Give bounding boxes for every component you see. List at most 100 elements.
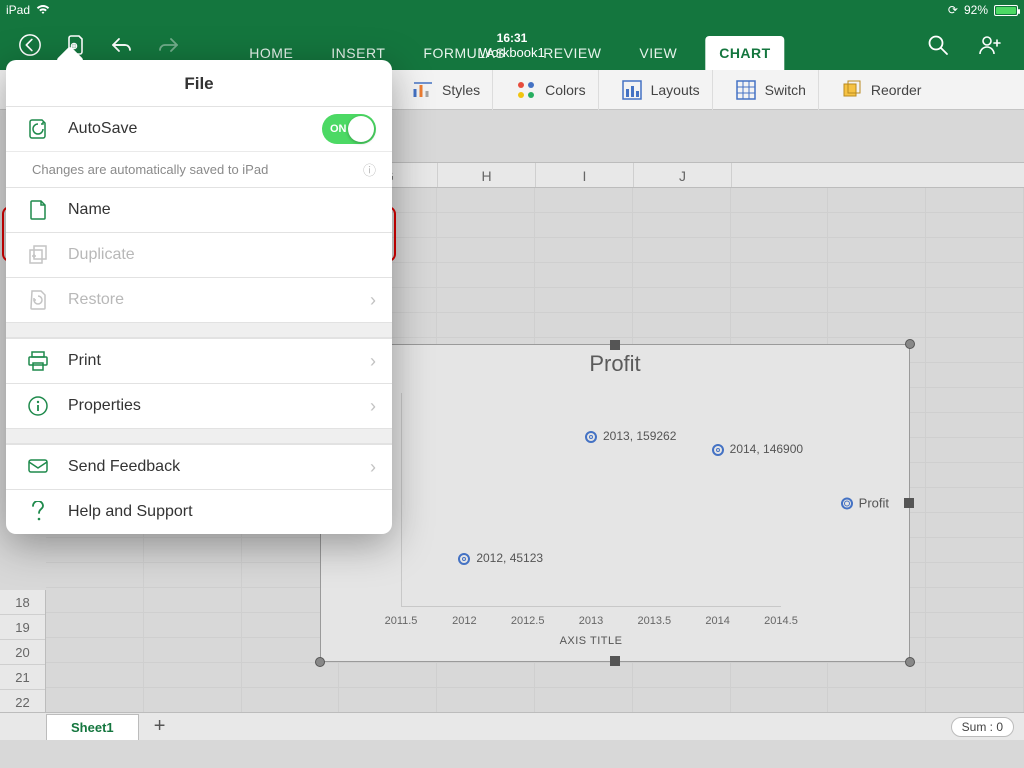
document-icon: [24, 199, 52, 221]
autosave-note-text: Changes are automatically saved to iPad: [32, 162, 268, 177]
autosave-note: Changes are automatically saved to iPad …: [6, 151, 392, 187]
tab-formulas[interactable]: FORMULAS: [413, 36, 515, 70]
print-label: Print: [68, 352, 101, 370]
x-axis: [401, 606, 781, 607]
chart-plot-area[interactable]: AXIS TITLE 2011.520122012.520132013.5201…: [401, 393, 781, 607]
name-label: Name: [68, 201, 111, 219]
redo-button[interactable]: [156, 33, 180, 57]
autosave-icon: [24, 118, 52, 140]
x-tick-label: 2012.5: [511, 615, 545, 627]
col-header[interactable]: H: [438, 163, 536, 187]
restore-icon: [24, 289, 52, 311]
search-button[interactable]: [926, 33, 950, 57]
menu-print[interactable]: Print ›: [6, 338, 392, 383]
menu-help[interactable]: Help and Support: [6, 489, 392, 534]
x-axis-title[interactable]: AXIS TITLE: [401, 635, 781, 647]
x-tick-label: 2012: [452, 615, 476, 627]
autosave-toggle[interactable]: ON: [322, 114, 376, 144]
ribbon-switch[interactable]: Switch: [723, 70, 819, 110]
data-point[interactable]: [458, 553, 470, 565]
duplicate-icon: [24, 244, 52, 266]
data-label: 2012, 45123: [476, 551, 543, 565]
feedback-icon: [24, 458, 52, 476]
chart-object[interactable]: Profit AXIS TITLE 2011.520122012.5201320…: [320, 344, 910, 662]
ribbon-colors[interactable]: Colors: [503, 70, 598, 110]
row-number[interactable]: 18: [0, 590, 45, 615]
row-number[interactable]: 21: [0, 665, 45, 690]
data-point[interactable]: [712, 444, 724, 456]
x-tick-label: 2014.5: [764, 615, 798, 627]
chevron-right-icon: ›: [370, 290, 376, 311]
ribbon-styles[interactable]: Styles: [400, 70, 493, 110]
undo-button[interactable]: [110, 33, 134, 57]
chart-legend[interactable]: Profit: [841, 496, 889, 511]
sheet-tab-bar: Sheet1 + Sum : 0: [0, 712, 1024, 740]
legend-series-label: Profit: [859, 496, 889, 511]
data-label: 2014, 146900: [730, 442, 803, 456]
tab-view[interactable]: VIEW: [629, 36, 687, 70]
ribbon-styles-label: Styles: [442, 82, 480, 98]
resize-handle[interactable]: [610, 340, 620, 350]
toggle-on-label: ON: [330, 123, 347, 135]
info-small-icon: ⓘ: [363, 160, 376, 179]
menu-autosave[interactable]: AutoSave ON: [6, 106, 392, 151]
row-number[interactable]: 19: [0, 615, 45, 640]
info-icon: [24, 395, 52, 417]
col-header[interactable]: J: [634, 163, 732, 187]
row-number[interactable]: 20: [0, 640, 45, 665]
help-label: Help and Support: [68, 503, 193, 521]
resize-handle[interactable]: [905, 657, 915, 667]
tab-chart[interactable]: CHART: [705, 36, 785, 70]
file-menu-popover: File AutoSave ON Changes are automatical…: [6, 60, 392, 534]
resize-handle[interactable]: [905, 339, 915, 349]
ios-status-bar: iPad ⟳ 92%: [0, 0, 1024, 20]
resize-handle[interactable]: [904, 498, 914, 508]
properties-label: Properties: [68, 397, 141, 415]
chevron-right-icon: ›: [370, 351, 376, 372]
layouts-icon: [621, 79, 643, 101]
menu-restore: Restore ›: [6, 277, 392, 322]
ribbon-colors-label: Colors: [545, 82, 585, 98]
x-tick-label: 2013.5: [638, 615, 672, 627]
reorder-icon: [841, 79, 863, 101]
ribbon-reorder-label: Reorder: [871, 82, 922, 98]
share-user-button[interactable]: [978, 33, 1002, 57]
battery-percent: 92%: [964, 3, 988, 17]
x-tick-label: 2013: [579, 615, 603, 627]
add-sheet-button[interactable]: +: [145, 715, 175, 738]
ribbon-layouts[interactable]: Layouts: [609, 70, 713, 110]
help-icon: [24, 501, 52, 523]
tab-review[interactable]: REVIEW: [533, 36, 611, 70]
y-axis: [401, 393, 402, 607]
data-label: 2013, 159262: [603, 429, 676, 443]
legend-marker-icon: [841, 497, 853, 509]
ribbon-layouts-label: Layouts: [651, 82, 700, 98]
duplicate-label: Duplicate: [68, 246, 135, 264]
print-icon: [24, 351, 52, 371]
colors-icon: [515, 79, 537, 101]
ribbon-reorder[interactable]: Reorder: [829, 70, 934, 110]
switch-icon: [735, 79, 757, 101]
alarm-icon: ⟳: [948, 3, 958, 17]
sum-label: Sum : 0: [962, 720, 1003, 734]
resize-handle[interactable]: [610, 656, 620, 666]
sheet-tab-label: Sheet1: [71, 720, 114, 735]
wifi-icon: [36, 5, 50, 15]
menu-feedback[interactable]: Send Feedback ›: [6, 444, 392, 489]
back-button[interactable]: [18, 33, 42, 57]
sheet-tab[interactable]: Sheet1: [46, 714, 139, 740]
menu-properties[interactable]: Properties ›: [6, 383, 392, 428]
feedback-label: Send Feedback: [68, 458, 180, 476]
popover-title: File: [6, 60, 392, 106]
data-point[interactable]: [585, 431, 597, 443]
resize-handle[interactable]: [315, 657, 325, 667]
autosave-label: AutoSave: [68, 120, 137, 138]
menu-name[interactable]: Name: [6, 187, 392, 232]
chart-title[interactable]: Profit: [321, 351, 909, 377]
x-tick-label: 2014: [705, 615, 729, 627]
col-header[interactable]: I: [536, 163, 634, 187]
menu-duplicate: Duplicate: [6, 232, 392, 277]
restore-label: Restore: [68, 291, 124, 309]
battery-icon: [994, 5, 1018, 16]
aggregate-readout[interactable]: Sum : 0: [951, 717, 1014, 737]
